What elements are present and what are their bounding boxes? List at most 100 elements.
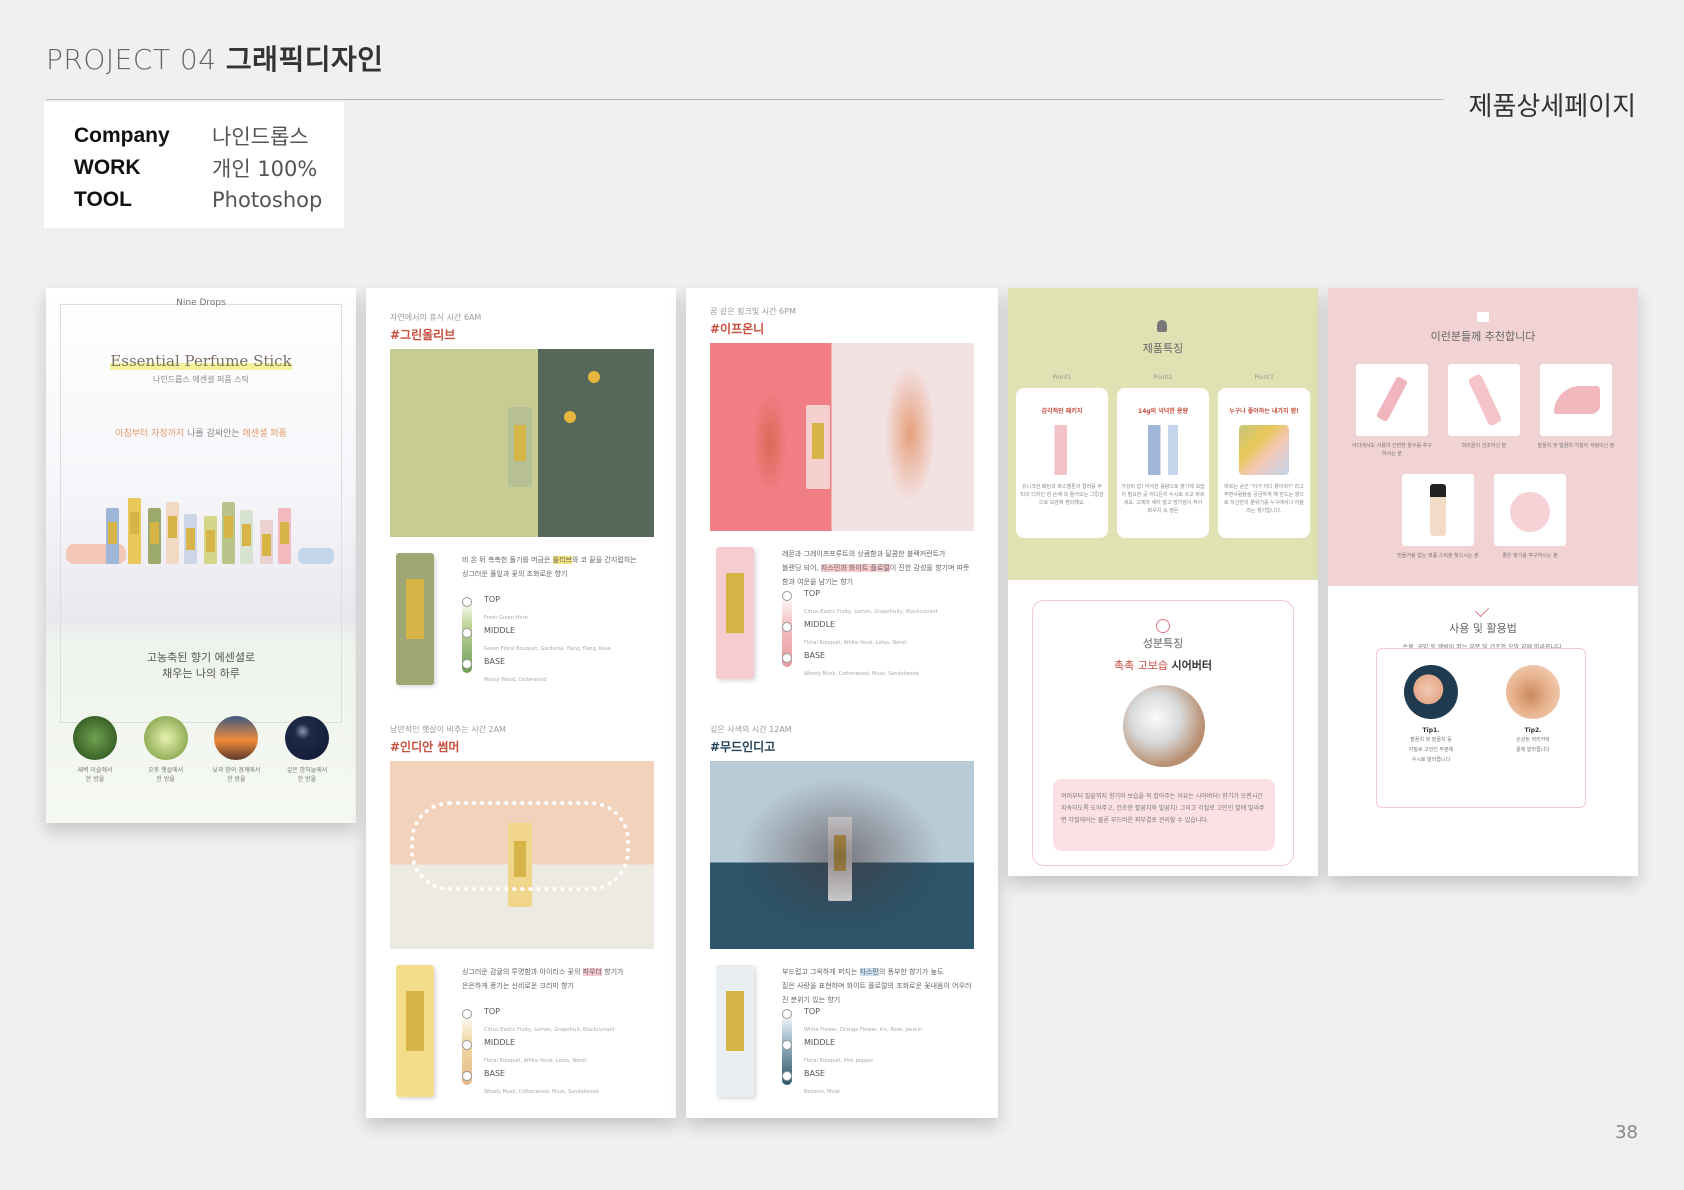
scent-section-indian-summer: 낭만적인 햇살이 비추는 시간 2AM #인디안 썸머 싱그러운 감귤의 투명함… — [390, 724, 654, 1105]
stick-image — [204, 516, 217, 564]
ingredient-text: 여러부터 발끝까지 향기와 보습을 꼭 잡아주는 이유는 시어버터! 향기가 오… — [1053, 779, 1275, 851]
note-middle: MIDDLE Green Floral Bouquet, Gardenia, Yl… — [462, 626, 652, 657]
ingredient-subtitle: 촉촉 고보습 시어버터 — [1113, 659, 1213, 672]
stick-image — [508, 407, 532, 487]
recommend-title: 이런분들께 추천합니다 — [1430, 330, 1536, 343]
moment-item: 오후 햇살에서한 방울 — [135, 716, 197, 784]
stick-image — [716, 547, 754, 679]
comb-image — [1448, 364, 1520, 436]
note-base: BASE Woody Musk, Cottonwood, Musk, Sandal… — [782, 651, 972, 682]
recommend-text: 번들거림 없는 퍼퓸 스틱을 찾으시는 분 — [1397, 553, 1479, 559]
point-text: 가성비 갑! 넉넉한 용량으로 향기에 보습이 필요한 곳 어디든지 수시로 쓰… — [1121, 484, 1205, 514]
scent-tag: #무드인디고 — [710, 740, 776, 754]
detail-panel-features: 제품특징 Point1 감각적인 패키지 유니크한 패턴과 파스텔톤의 컬러를 부티… — [1008, 288, 1318, 876]
product-family-image — [66, 486, 336, 564]
point-heading: 누구나 좋아하는 내가지 향! — [1229, 408, 1299, 415]
recommend-item: 어디에서도 사용이 간편한 향수를 추구하시는 분 — [1350, 364, 1434, 458]
recommend-item: 번들거림 없는 퍼퓸 스틱을 찾으시는 분 — [1396, 474, 1480, 560]
scent-notes: TOP Citrus Exotic Fruity, Lemon, Grapefru… — [782, 589, 972, 682]
product-title: Essential Perfume Stick — [46, 352, 356, 370]
stick-image — [148, 508, 161, 564]
scent-tag: #인디안 썸머 — [390, 740, 460, 754]
tip-text: 끝에 발라줍니다 — [1516, 747, 1550, 753]
tip-photo — [1506, 665, 1560, 719]
point-text: 바르는 순간 "이거 어디 향이야?" 라고 주변사람들을 궁금하게 해 만드는… — [1224, 484, 1304, 514]
stick-image — [222, 502, 235, 564]
point-image — [1239, 425, 1289, 475]
info-key: TOOL — [74, 188, 132, 211]
scent-description: 부드럽고 그윽하게 퍼지는 자스민의 풍부한 향기가 높도 짙은 사랑을 표현하며… — [782, 968, 972, 1004]
point-label: Point1 — [1052, 374, 1072, 381]
detail-panel-intro: Nine Drops Essential Perfume Stick 나인드롭스… — [46, 288, 356, 823]
moment-caption: 낮과 밤의 경계에서 — [212, 767, 261, 774]
tagline-part: 아침부터 자정까지 — [115, 429, 185, 439]
moment-caption: 깊은 밤하늘에서 — [286, 767, 328, 774]
tip-heading: Tip2. — [1524, 727, 1542, 734]
stick-image — [396, 553, 434, 685]
note-middle: MIDDLE Floral Bouquet, Pink pepper — [782, 1038, 972, 1069]
scent-description: 레몬과 그레이프프루트의 상큼함과 달콤한 블랙커런트가 블렌딩 되어, 자스민과… — [782, 550, 970, 586]
moment-photo — [284, 716, 329, 760]
product-title-text: Essential Perfume Stick — [110, 352, 292, 370]
shea-butter-photo — [1123, 685, 1205, 767]
scent-time: 꿈 같은 핑크빛 시간 6PM — [710, 307, 796, 316]
moment-caption: 한 방울 — [156, 776, 175, 783]
scent-photo — [390, 761, 654, 949]
moment-caption: 한 방울 — [227, 776, 246, 783]
scent-notes: TOP Fresh Green Herb MIDDLE Green Floral B… — [462, 595, 652, 688]
scent-info: 레몬과 그레이프프루트의 상큼함과 달콤한 블랙커런트가 블렌딩 되어, 자스민과… — [710, 547, 974, 687]
scent-tag: #이프온니 — [710, 322, 765, 336]
tip-text: 수시로 발라줍니다 — [1411, 757, 1451, 763]
info-row: WORK 개인 100% — [74, 152, 344, 184]
tip-text: 각질로 고민인 부분에 — [1408, 747, 1454, 753]
scent-time: 낭만적인 햇살이 비추는 시간 2AM — [390, 725, 506, 734]
scent-photo — [390, 349, 654, 537]
note-top: TOP Fresh Green Herb — [462, 595, 652, 626]
moment-photo — [73, 716, 117, 760]
features-title: 제품특징 — [1142, 342, 1184, 355]
info-value: Photoshop — [212, 188, 323, 212]
moment-item: 새벽 이슬에서 한 방울 — [64, 716, 126, 784]
tip-photo — [1404, 665, 1458, 719]
stick-image — [298, 548, 334, 564]
scent-info: 부드럽고 그윽하게 퍼지는 자스민의 풍부한 향기가 높도 짙은 사랑을 표현하며… — [710, 965, 974, 1105]
usage-card: Tip1. 팔꿈치 및 발꿈치 등 각질로 고민인 부분에 수시로 발라줍니다 Tip… — [1376, 648, 1586, 808]
product-subtitle: 나인드롭스 에센셜 퍼퓸 스틱 — [153, 375, 249, 384]
feature-points: Point1 감각적인 패키지 유니크한 패턴과 파스텔톤의 컬러를 부티의 디자인… — [1016, 374, 1310, 538]
note-middle: MIDDLE Floral Bouquet, White floral, Lotu… — [462, 1038, 652, 1069]
moment-photo — [214, 716, 259, 760]
header-divider — [46, 99, 1444, 100]
scent-description: 비 온 뒤 촉촉한 풀기를 머금은 올리브와 코 끝을 간지럽히는 싱그러운 풀잎… — [462, 556, 637, 578]
tagline-part: 에센셜 퍼퓸 — [242, 429, 287, 439]
page-number: 38 — [1615, 1122, 1638, 1143]
point-label: Point2 — [1153, 374, 1173, 381]
smile-icon — [1156, 619, 1170, 633]
brand-name: Nine Drops — [176, 298, 226, 308]
moment-caption: 한 방울 — [85, 776, 105, 783]
moment-caption: 오후 햇살에서 — [148, 767, 184, 774]
spray-bottle-image — [1402, 474, 1474, 546]
recommend-text: 발꿈치 및 발꿈치 각질이 걱정이신 분 — [1537, 443, 1615, 449]
scent-time: 깊은 사색의 시간 12AM — [710, 725, 792, 734]
scent-time: 자연에서의 휴식 시간 6AM — [390, 313, 482, 322]
note-top: TOP Citrus Exotic Fruity, Lemon, Grapefru… — [462, 1007, 652, 1038]
note-base: BASE Benzoin, Musk — [782, 1069, 972, 1100]
stick-image — [106, 508, 119, 564]
intro-quote: 고농축된 향기 에센셜로 채우는 나의 하루 — [46, 650, 356, 682]
feature-card: Point2 14g의 넉넉한 용량가성비 갑! 넉넉한 용량으로 향기에 보습이… — [1117, 374, 1209, 538]
stick-image — [240, 510, 253, 564]
stick-image — [128, 498, 141, 564]
point-heading: 14g의 넉넉한 용량 — [1138, 408, 1188, 415]
note-top: TOP White Flower, Orange Flower, Iris, Ro… — [782, 1007, 972, 1038]
info-value: 개인 100% — [212, 157, 318, 181]
stick-image — [806, 405, 830, 489]
moment-item: 낮과 밤의 경계에서한 방울 — [205, 716, 267, 784]
portfolio-page: PROJECT 04 그래픽디자인 제품상세페이지 Company 나인드롭스 W… — [0, 0, 1684, 1190]
quote-line: 고농축된 향기 에센셜로 — [146, 651, 256, 664]
usage-title: 사용 및 활용법 — [1449, 622, 1517, 635]
detail-panel-scents-b: 꿈 같은 핑크빛 시간 6PM #이프온니 레몬과 그레이프프루트의 상큼함과 … — [686, 288, 998, 1118]
info-key: WORK — [74, 156, 141, 179]
recommend-item: 머리끝이 건조하신 분 — [1442, 364, 1526, 450]
recommend-text: 머리끝이 건조하신 분 — [1461, 443, 1507, 449]
scent-info: 싱그러운 감귤의 투명함과 아이리스 꽃의 파우더 향기가 은은하게 풍기는 신비… — [390, 965, 654, 1105]
